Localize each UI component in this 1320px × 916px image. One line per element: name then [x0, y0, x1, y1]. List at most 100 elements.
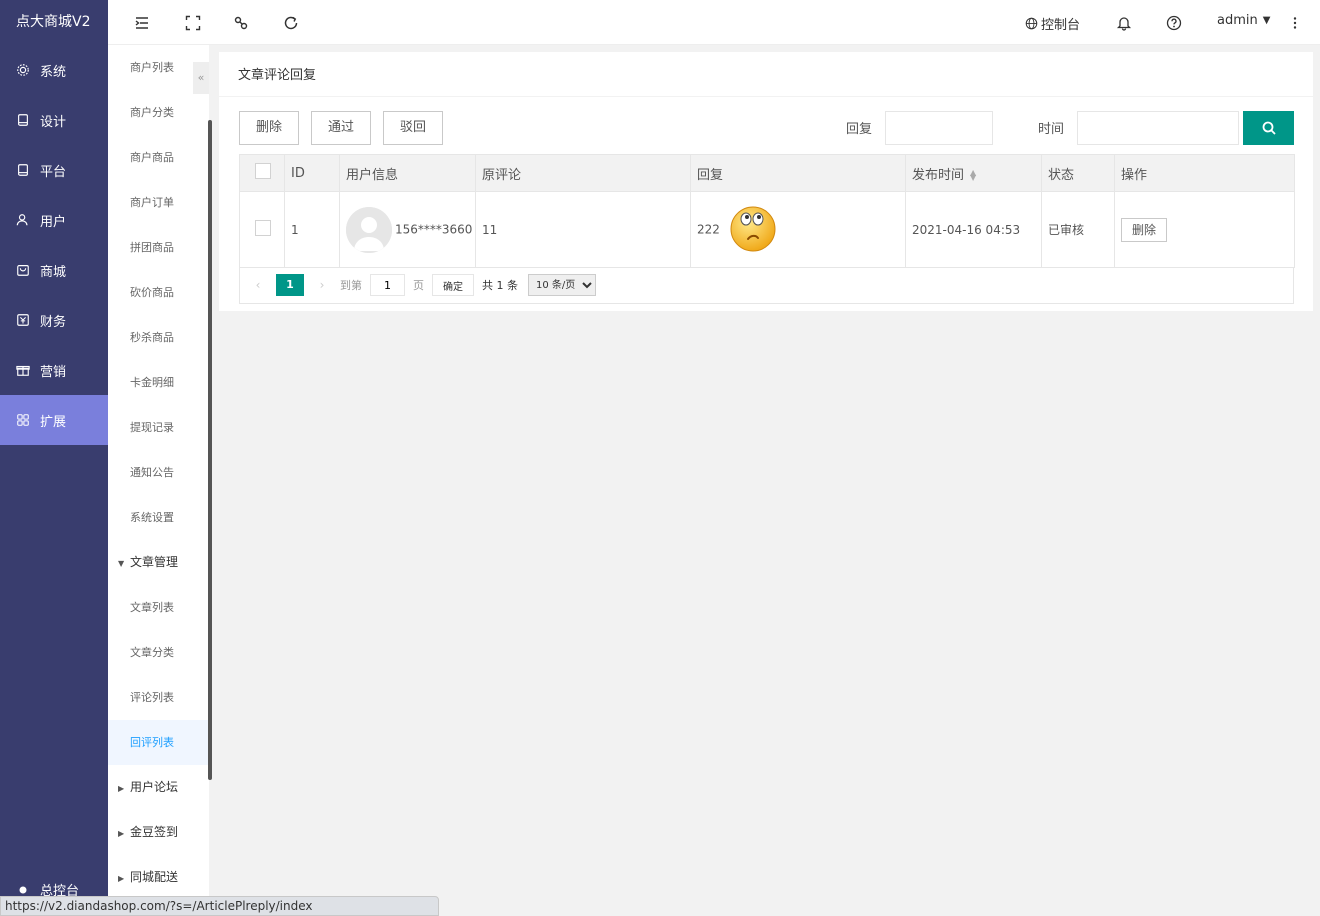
- column-header-sortable[interactable]: 发布时间 ▲ ▼: [905, 154, 1042, 192]
- sidebar-item-user[interactable]: 用户: [0, 195, 108, 245]
- submenu-item[interactable]: 商户商品: [108, 135, 209, 180]
- sidebar-item-label: 营销: [40, 364, 67, 380]
- submenu-scrollbar[interactable]: [208, 120, 212, 780]
- total-count: 共 1 条: [482, 279, 518, 292]
- reject-button[interactable]: 驳回: [383, 111, 443, 145]
- more-vertical-icon[interactable]: [1286, 14, 1304, 32]
- time-filter-input[interactable]: [1077, 111, 1239, 145]
- sidebar-item-label: 财务: [40, 314, 67, 330]
- finance-icon: [16, 313, 30, 327]
- submenu-group-forum[interactable]: ▶ 用户论坛: [108, 765, 209, 810]
- submenu-item[interactable]: 卡金明细: [108, 360, 209, 405]
- submenu-item[interactable]: 拼团商品: [108, 225, 209, 270]
- submenu-group-delivery[interactable]: ▶ 同城配送: [108, 855, 209, 900]
- column-header: 操作: [1114, 154, 1295, 192]
- row-select-cell: [239, 191, 285, 268]
- submenu-group-label: 金豆签到: [130, 825, 179, 839]
- caret-right-icon: ▶: [118, 784, 125, 793]
- column-header: 回复: [690, 154, 906, 192]
- user-name: admin: [1217, 13, 1258, 28]
- page-unit: 页: [413, 279, 424, 292]
- sidebar-item-shop[interactable]: 商城: [0, 245, 108, 295]
- collapse-submenu-button[interactable]: «: [193, 62, 209, 94]
- user-menu[interactable]: admin ▼: [1217, 13, 1270, 28]
- reply-filter-label: 回复: [846, 122, 873, 137]
- row-comment: 11: [475, 191, 691, 268]
- select-all-checkbox[interactable]: [255, 163, 271, 179]
- row-checkbox[interactable]: [255, 220, 271, 236]
- sidebar-item-system[interactable]: 系统: [0, 45, 108, 95]
- next-page-icon[interactable]: ›: [314, 278, 330, 292]
- console-link[interactable]: 控制台: [1025, 14, 1080, 33]
- submenu-group-label: 同城配送: [130, 870, 179, 884]
- submenu-item[interactable]: 评论列表: [108, 675, 209, 720]
- submenu-item[interactable]: 提现记录: [108, 405, 209, 450]
- bell-icon[interactable]: [1115, 14, 1133, 32]
- row-reply-cell: 222: [690, 191, 906, 268]
- user-icon: [16, 213, 30, 227]
- link-icon[interactable]: [232, 14, 250, 32]
- confused-emoji-icon: [728, 203, 778, 256]
- table-row: 1 156****3660 11 222 2021-04-16 04:53 已审…: [239, 191, 1295, 268]
- sidebar-item-extension[interactable]: 扩展: [0, 395, 108, 445]
- row-id: 1: [284, 191, 340, 268]
- sub-menu: 商户列表 商户分类 商户商品 商户订单 拼团商品 砍价商品 秒杀商品 卡金明细 …: [108, 45, 209, 916]
- avatar: [346, 206, 392, 253]
- submenu-item[interactable]: 商户订单: [108, 180, 209, 225]
- goto-confirm-button[interactable]: 确定: [432, 274, 474, 296]
- sidebar-item-label: 商城: [40, 264, 67, 280]
- table-header-row: ID 用户信息 原评论 回复 发布时间 ▲ ▼ 状态 操作: [239, 154, 1295, 192]
- row-time: 2021-04-16 04:53: [905, 191, 1042, 268]
- delete-button[interactable]: 删除: [239, 111, 299, 145]
- submenu-group-label: 用户论坛: [130, 780, 179, 794]
- status-badge: 已审核: [1041, 191, 1115, 268]
- menu-fold-icon[interactable]: [133, 14, 151, 32]
- submenu-item-active[interactable]: 回评列表: [108, 720, 209, 765]
- caret-right-icon: ▶: [118, 829, 125, 838]
- fullscreen-icon[interactable]: [184, 14, 202, 32]
- reply-filter-input[interactable]: [885, 111, 993, 145]
- row-delete-button[interactable]: 删除: [1121, 217, 1168, 242]
- select-all-cell: [239, 154, 285, 192]
- column-header: 用户信息: [339, 154, 476, 192]
- sidebar-item-platform[interactable]: 平台: [0, 145, 108, 195]
- sidebar-item-label: 扩展: [40, 414, 67, 430]
- goto-page-input[interactable]: [370, 274, 405, 296]
- submenu-item[interactable]: 文章分类: [108, 630, 209, 675]
- submenu-item[interactable]: 文章列表: [108, 585, 209, 630]
- sidebar-item-design[interactable]: 设计: [0, 95, 108, 145]
- help-icon[interactable]: [1165, 14, 1183, 32]
- sidebar-item-label: 系统: [40, 64, 67, 80]
- submenu-item[interactable]: 秒杀商品: [108, 315, 209, 360]
- submenu-group-article[interactable]: ▼ 文章管理: [108, 540, 209, 585]
- sidebar-item-marketing[interactable]: 营销: [0, 345, 108, 395]
- page-title: 文章评论回复: [219, 52, 1313, 97]
- submenu-item[interactable]: 系统设置: [108, 495, 209, 540]
- goto-label: 到第: [340, 279, 362, 292]
- caret-down-icon: ▼: [118, 559, 125, 568]
- top-bar: 控制台 admin ▼: [108, 0, 1320, 45]
- column-header: 原评论: [475, 154, 691, 192]
- time-filter-label: 时间: [1038, 122, 1065, 137]
- search-button[interactable]: [1243, 111, 1294, 145]
- column-header-label: 发布时间: [912, 167, 965, 183]
- sort-icon[interactable]: ▲ ▼: [970, 169, 976, 182]
- globe-icon: [1025, 17, 1038, 30]
- row-action-cell: 删除: [1114, 191, 1295, 268]
- approve-button[interactable]: 通过: [311, 111, 371, 145]
- submenu-item[interactable]: 商户分类: [108, 90, 209, 135]
- app-logo: 点大商城V2: [16, 14, 91, 30]
- prev-page-icon[interactable]: ‹: [250, 278, 266, 292]
- refresh-icon[interactable]: [282, 14, 300, 32]
- submenu-item[interactable]: 砍价商品: [108, 270, 209, 315]
- sidebar-item-finance[interactable]: 财务: [0, 295, 108, 345]
- grid-icon: [16, 413, 30, 427]
- submenu-item[interactable]: 通知公告: [108, 450, 209, 495]
- row-user-phone: 156****3660: [395, 222, 473, 236]
- current-page[interactable]: 1: [276, 274, 304, 296]
- column-header: ID: [284, 154, 340, 192]
- caret-right-icon: ▶: [118, 874, 125, 883]
- row-user-cell: 156****3660: [339, 191, 476, 268]
- submenu-group-checkin[interactable]: ▶ 金豆签到: [108, 810, 209, 855]
- page-size-select[interactable]: 10 条/页: [528, 274, 596, 296]
